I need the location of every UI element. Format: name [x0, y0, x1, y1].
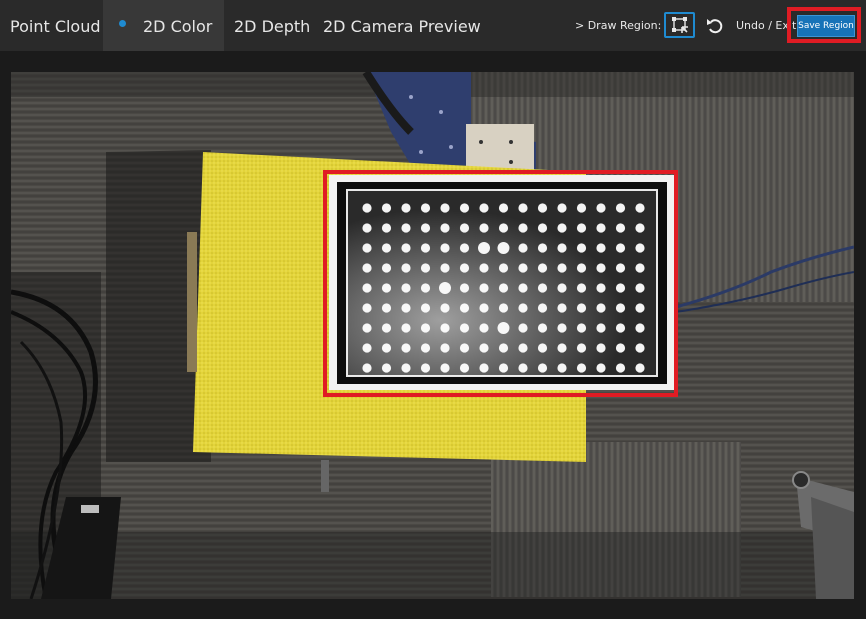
top-toolbar: Point Cloud 2D Color 2D Depth 2D Camera … — [0, 0, 866, 51]
undo-button[interactable] — [705, 15, 727, 37]
region-selection-box[interactable] — [323, 170, 678, 397]
tab-label: Point Cloud — [10, 17, 101, 36]
save-region-button[interactable]: Save Region — [797, 15, 855, 37]
active-dot-icon — [119, 20, 126, 27]
tab-2d-depth[interactable]: 2D Depth — [234, 0, 310, 51]
tab-2d-camera-preview[interactable]: 2D Camera Preview — [323, 0, 481, 51]
draw-region-label: > Draw Region: — [575, 19, 662, 32]
tab-point-cloud[interactable]: Point Cloud — [0, 0, 103, 51]
tab-2d-color[interactable]: 2D Color — [103, 0, 224, 51]
draw-region-button[interactable] — [664, 12, 695, 38]
tab-label: 2D Camera Preview — [323, 17, 481, 36]
tab-label: 2D Color — [143, 17, 213, 36]
tab-label: 2D Depth — [234, 17, 311, 36]
draw-region-icon — [672, 17, 688, 33]
undo-icon — [707, 19, 723, 34]
app-window: Point Cloud 2D Color 2D Depth 2D Camera … — [0, 0, 866, 619]
image-viewport[interactable] — [11, 72, 854, 599]
